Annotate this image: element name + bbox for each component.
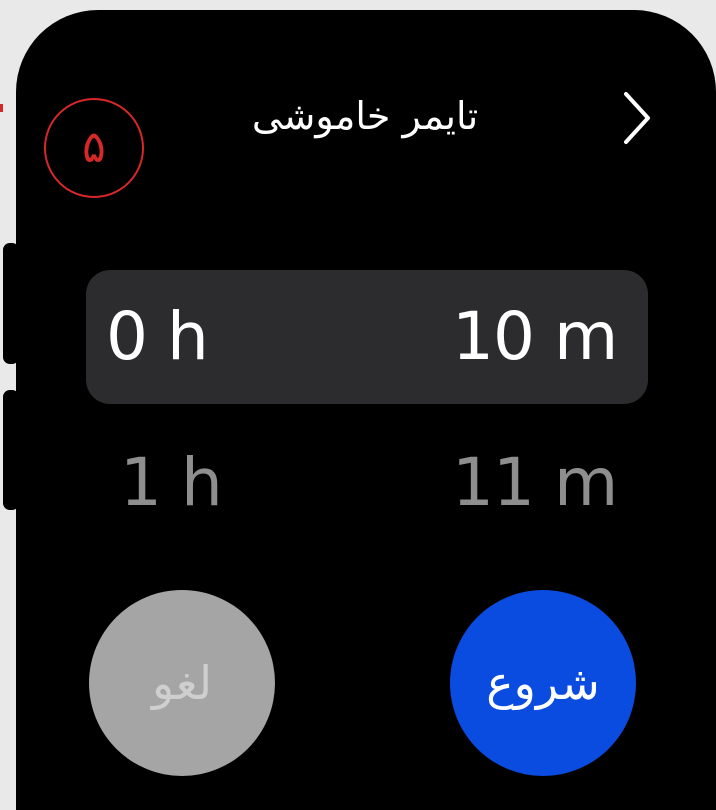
- annotation-tick: [0, 104, 3, 112]
- start-button[interactable]: شروع: [450, 590, 636, 776]
- hours-next-value[interactable]: 1 h: [120, 443, 223, 523]
- annotation-marker: ۵: [44, 98, 144, 198]
- minutes-next-value[interactable]: 11 m: [452, 443, 618, 523]
- minutes-selected-value[interactable]: 10 m: [452, 297, 618, 377]
- side-button-bottom: [3, 390, 19, 510]
- cancel-button[interactable]: لغو: [89, 590, 275, 776]
- chevron-right-icon[interactable]: [612, 88, 662, 148]
- hours-selected-value[interactable]: 0 h: [106, 297, 209, 377]
- page-title: تایمر خاموشی: [251, 94, 479, 138]
- side-button-top: [3, 243, 19, 364]
